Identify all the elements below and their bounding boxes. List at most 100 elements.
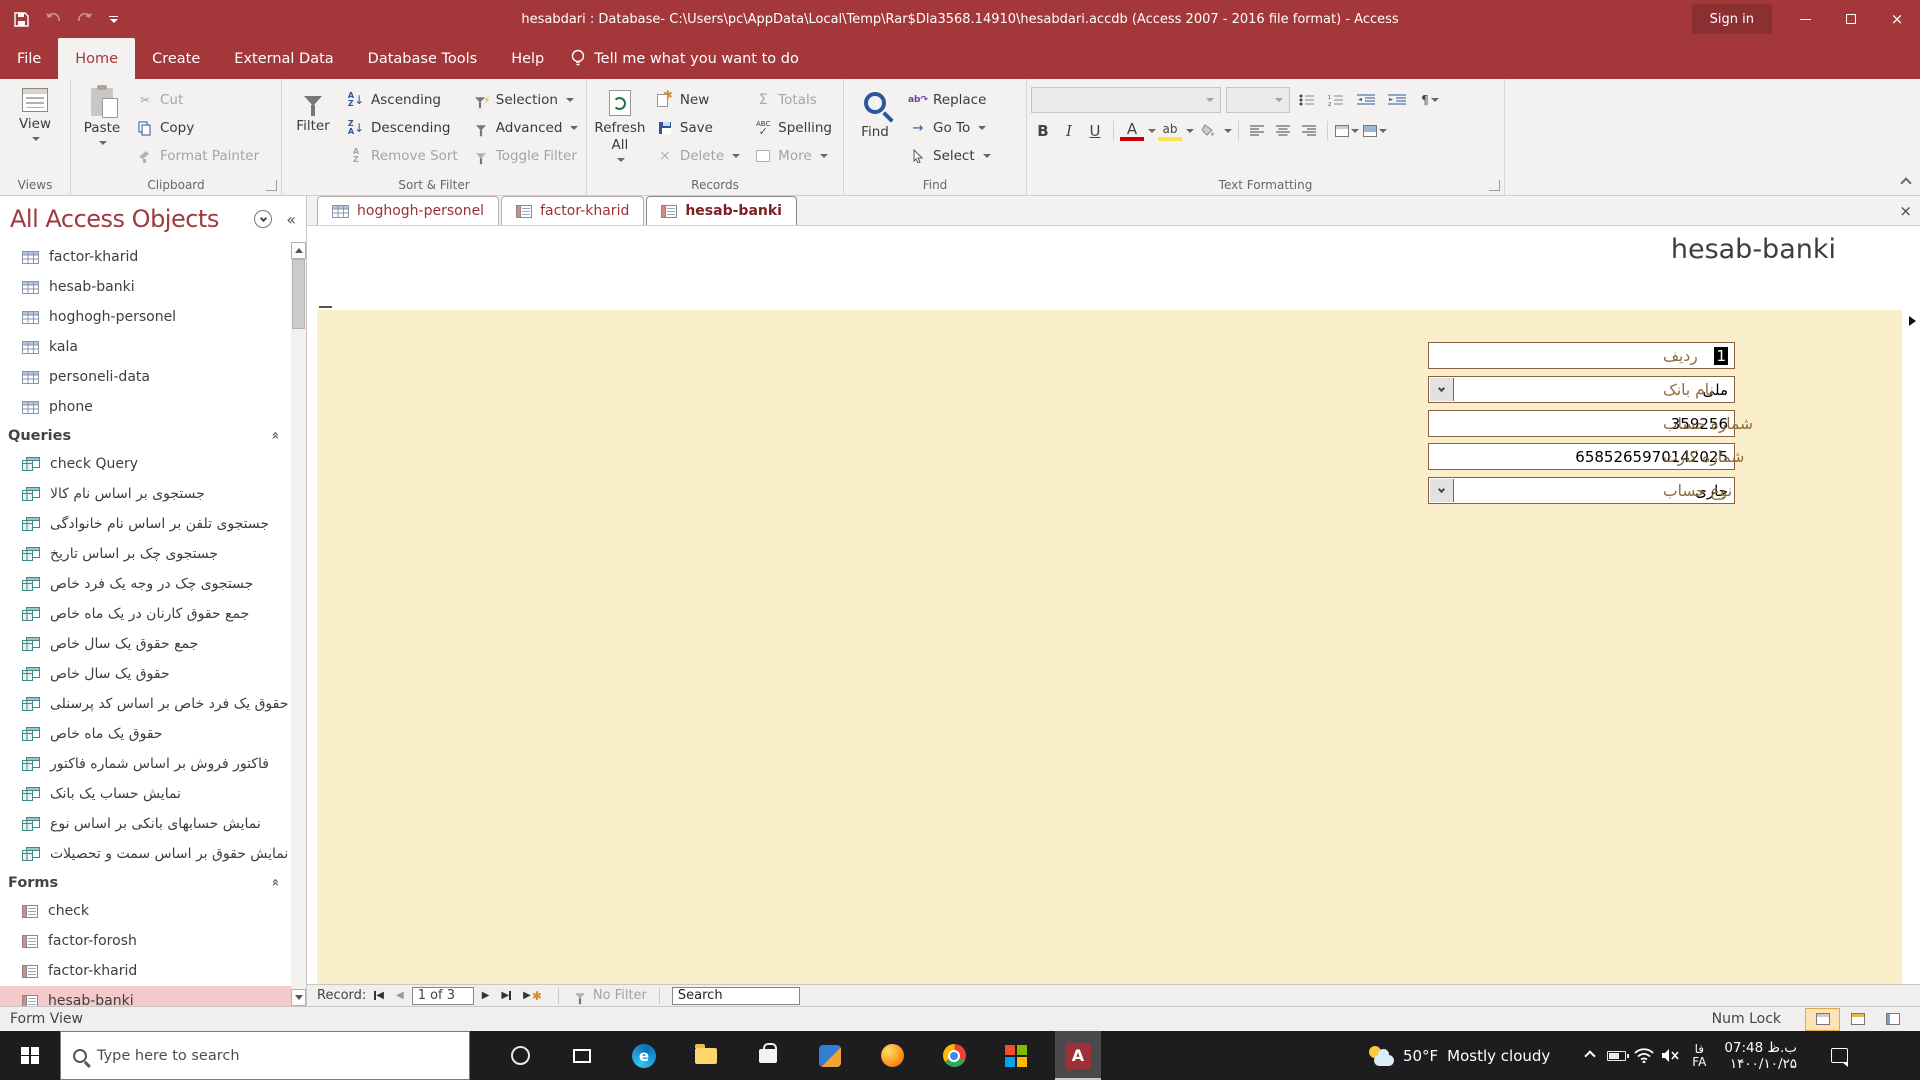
new-record-button[interactable]: ✱ New xyxy=(649,86,747,114)
bold-button[interactable]: B xyxy=(1031,118,1055,143)
tab-database-tools[interactable]: Database Tools xyxy=(351,38,495,79)
tab-home[interactable]: Home xyxy=(58,38,136,79)
nav-group-forms[interactable]: Forms « xyxy=(0,869,291,896)
decrease-indent-icon[interactable] xyxy=(1353,92,1379,108)
save-icon[interactable] xyxy=(14,11,29,27)
tell-me-box[interactable]: Tell me what you want to do xyxy=(571,38,799,79)
refresh-all-button[interactable]: Refresh All xyxy=(591,84,649,166)
scroll-up-icon[interactable] xyxy=(291,242,306,259)
nav-query-item[interactable]: جمع حقوق کارنان در یک ماه خاص xyxy=(0,599,291,629)
firefox-button[interactable] xyxy=(869,1031,915,1080)
numbering-icon[interactable]: 12 xyxy=(1324,92,1348,108)
undo-icon[interactable] xyxy=(45,12,61,26)
delete-record-button[interactable]: × Delete xyxy=(649,142,747,170)
gridlines-icon[interactable] xyxy=(1334,123,1360,139)
nav-query-item[interactable]: جستجوی چک بر اساس تاریخ xyxy=(0,539,291,569)
paste-button[interactable]: Paste xyxy=(75,84,129,149)
access-taskbar-button[interactable]: A xyxy=(1055,1031,1101,1080)
edge-button[interactable]: e xyxy=(621,1031,667,1080)
nav-table-item[interactable]: kala xyxy=(0,332,291,362)
tab-create[interactable]: Create xyxy=(135,38,217,79)
selection-button[interactable]: ⚡ Selection xyxy=(465,86,586,114)
first-record-icon[interactable]: ◀ xyxy=(370,990,388,1001)
highlight-color-button[interactable]: ab xyxy=(1158,120,1182,141)
action-center-icon[interactable] xyxy=(1831,1048,1848,1067)
filter-button[interactable]: Filter xyxy=(286,84,340,139)
ascending-button[interactable]: A Z ↓ Ascending xyxy=(340,86,465,114)
account-type-dropdown-icon[interactable] xyxy=(1430,479,1454,502)
task-view-button[interactable] xyxy=(559,1031,605,1080)
taskbar-weather[interactable]: 50°F Mostly cloudy xyxy=(1367,1045,1550,1066)
language-indicator[interactable]: فا FA xyxy=(1692,1042,1706,1069)
close-document-icon[interactable]: × xyxy=(1899,202,1912,220)
collapse-group-icon[interactable]: « xyxy=(267,431,282,439)
collapse-ribbon-icon[interactable] xyxy=(1900,175,1912,191)
cut-button[interactable]: ✂ Cut xyxy=(129,86,266,114)
battery-icon[interactable] xyxy=(1603,1050,1630,1061)
go-to-button[interactable]: → Go To xyxy=(902,114,998,142)
alternate-row-color-icon[interactable] xyxy=(1362,123,1388,139)
media-app-button[interactable] xyxy=(807,1031,853,1080)
nav-query-item[interactable]: جستجوی چک در وجه یک فرد خاص xyxy=(0,569,291,599)
scroll-down-icon[interactable] xyxy=(291,989,306,1006)
nav-table-item[interactable]: hoghogh-personel xyxy=(0,302,291,332)
italic-button[interactable]: I xyxy=(1057,118,1081,143)
replace-button[interactable]: ab↷ Replace xyxy=(902,86,998,114)
taskbar-search-box[interactable]: Type here to search xyxy=(60,1031,470,1080)
more-button[interactable]: More xyxy=(747,142,839,170)
doc-tab-hesab-banki[interactable]: hesab-banki xyxy=(646,196,797,225)
doc-tab-hoghogh-personel[interactable]: hoghogh-personel xyxy=(317,196,500,225)
new-record-icon[interactable]: ▶ ✱ xyxy=(519,989,546,1003)
find-button[interactable]: Find xyxy=(848,84,902,145)
close-button[interactable]: × xyxy=(1874,0,1920,38)
sign-in-button[interactable]: Sign in xyxy=(1691,4,1772,34)
nav-form-item-selected[interactable]: hesab-banki xyxy=(0,986,291,1006)
last-record-icon[interactable]: ▶ xyxy=(497,990,515,1001)
nav-query-item[interactable]: جمع حقوق یک سال خاص xyxy=(0,629,291,659)
office-app-button[interactable] xyxy=(993,1031,1039,1080)
nav-query-item[interactable]: نمایش حساب یک بانک xyxy=(0,779,291,809)
tab-file[interactable]: File xyxy=(0,38,58,79)
tab-external-data[interactable]: External Data xyxy=(217,38,350,79)
store-button[interactable] xyxy=(745,1031,791,1080)
shutter-bar-close-icon[interactable]: « xyxy=(286,210,296,229)
nav-scrollbar-thumb[interactable] xyxy=(292,259,305,329)
start-button[interactable] xyxy=(0,1031,60,1080)
nav-query-item[interactable]: check Query xyxy=(0,449,291,479)
align-right-icon[interactable] xyxy=(1297,123,1321,139)
nav-table-item[interactable]: phone xyxy=(0,392,291,422)
increase-indent-icon[interactable] xyxy=(1384,92,1410,108)
nav-query-item[interactable]: فاکتور فروش بر اساس شماره فاکتور xyxy=(0,749,291,779)
layout-view-button[interactable] xyxy=(1840,1008,1875,1031)
doc-tab-factor-kharid[interactable]: factor-kharid xyxy=(501,196,645,225)
nav-query-item[interactable]: جستجوی بر اساس نام کالا xyxy=(0,479,291,509)
collapse-group-icon[interactable]: « xyxy=(267,878,282,886)
taskbar-clock[interactable]: ب.ظ 07:48 ۱۴۰۰/۱۰/۲۵ xyxy=(1724,1040,1797,1072)
nav-scrollbar[interactable] xyxy=(291,242,306,1006)
select-button[interactable]: Select xyxy=(902,142,998,170)
spelling-button[interactable]: ABC ✓ Spelling xyxy=(747,114,839,142)
bank-name-dropdown-icon[interactable] xyxy=(1430,378,1454,401)
font-name-combo[interactable] xyxy=(1031,87,1221,113)
bullets-icon[interactable] xyxy=(1295,92,1319,108)
view-button[interactable]: View xyxy=(8,84,62,145)
file-explorer-button[interactable] xyxy=(683,1031,729,1080)
text-direction-icon[interactable]: ¶ xyxy=(1415,92,1445,108)
nav-query-item[interactable]: حقوق یک فرد خاص بر اساس کد پرسنلی xyxy=(0,689,291,719)
nav-query-item[interactable]: حقوق یک ماه خاص xyxy=(0,719,291,749)
nav-group-queries[interactable]: Queries « xyxy=(0,422,291,449)
tab-help[interactable]: Help xyxy=(494,38,561,79)
totals-button[interactable]: Σ Totals xyxy=(747,86,839,114)
wifi-icon[interactable] xyxy=(1630,1048,1657,1063)
design-view-button[interactable] xyxy=(1875,1008,1910,1031)
underline-button[interactable]: U xyxy=(1083,118,1107,143)
nav-form-item[interactable]: check xyxy=(0,896,291,926)
nav-table-item[interactable]: hesab-banki xyxy=(0,272,291,302)
restore-button[interactable] xyxy=(1828,0,1874,38)
current-record-box[interactable]: 1 of 3 xyxy=(411,986,474,1005)
previous-record-icon[interactable]: ◀ xyxy=(392,990,408,1001)
record-search-input[interactable]: Search xyxy=(671,986,800,1005)
form-view-button[interactable] xyxy=(1805,1007,1840,1031)
nav-form-item[interactable]: factor-kharid xyxy=(0,956,291,986)
minimize-button[interactable] xyxy=(1782,0,1828,38)
